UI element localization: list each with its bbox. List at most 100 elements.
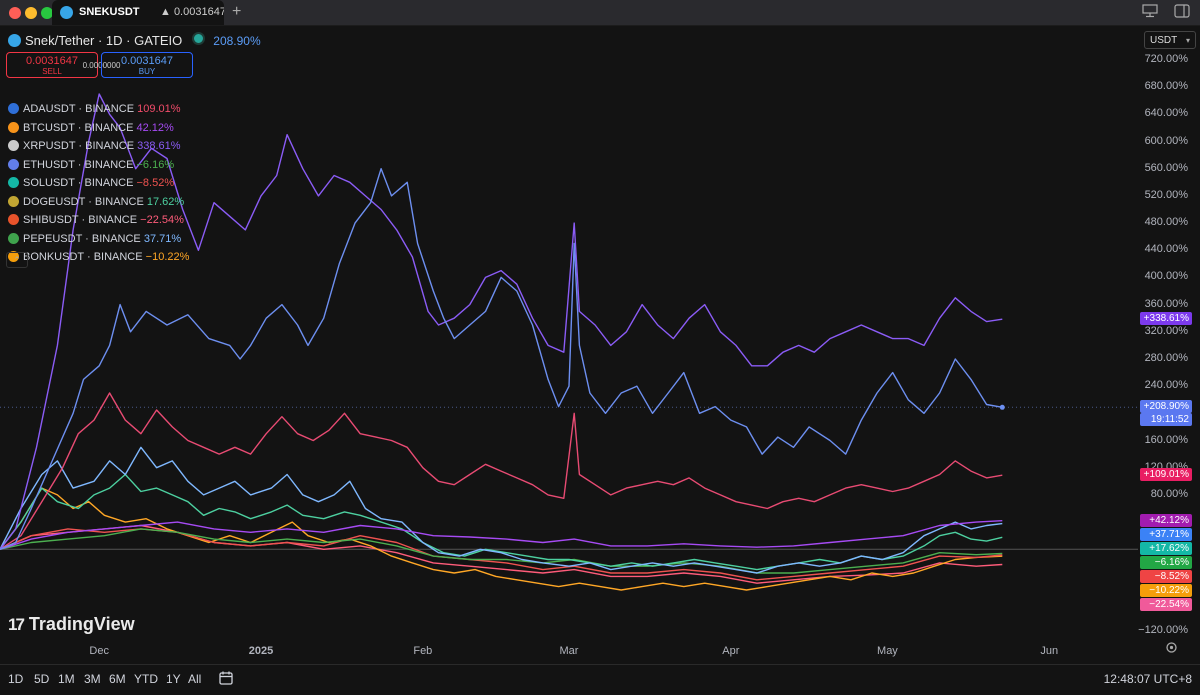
series-line-shibusdt: [0, 524, 1003, 584]
price-axis[interactable]: 720.00% 680.00% 640.00% 600.00% 560.00% 520.0…: [1138, 26, 1200, 641]
series-line-adausdt: [0, 392, 1003, 550]
date-range-calendar-icon[interactable]: [218, 670, 234, 689]
legend-value: −8.52%: [136, 177, 175, 189]
legend-symbol: ETHUSDT · BINANCE: [23, 158, 137, 171]
coin-icon: [8, 140, 19, 151]
legend-value: 109.01%: [137, 103, 181, 115]
legend-value: 37.71%: [143, 232, 182, 245]
legend-item[interactable]: PEPEUSDT · BINANCE 37.71%: [8, 231, 181, 247]
y-tick-label: 520.00%: [1144, 188, 1188, 201]
buy-label: BUY: [138, 67, 156, 76]
legend-symbol: XRPUSDT · BINANCE: [23, 140, 138, 152]
legend-symbol: PEPEUSDT · BINANCE: [23, 232, 144, 245]
tab-symbol: SNEKUSDT: [79, 6, 140, 18]
legend-value: −10.22%: [145, 251, 190, 263]
minimize-window-button[interactable]: [25, 7, 37, 19]
current-point-marker: [999, 404, 1005, 410]
x-tick-label: Mar: [559, 645, 579, 657]
value-badge-pepeusdt: +37.71%: [1140, 527, 1192, 541]
comparison-chart[interactable]: [0, 26, 1200, 641]
sidebar-toggle-icon[interactable]: [1174, 4, 1190, 21]
y-tick-label: 720.00%: [1144, 52, 1188, 65]
close-window-button[interactable]: [9, 7, 21, 19]
legend-value: 42.12%: [136, 121, 174, 134]
value-badge-adausdt: +109.01%: [1140, 468, 1192, 482]
legend-symbol: BONKUSDT · BINANCE: [23, 251, 146, 263]
x-tick-label: Feb: [413, 645, 433, 657]
series-line-pepeusdt: [0, 446, 1003, 574]
value-badge-ethusdt: −6.16%: [1140, 555, 1192, 569]
series-line-solusdt: [0, 528, 1003, 581]
timeframe-button-all[interactable]: All: [188, 672, 201, 686]
timeframe-button-6m[interactable]: 6M: [109, 672, 126, 686]
tab-price: ▲ 0.0031647: [160, 6, 224, 18]
coin-icon: [8, 158, 19, 170]
y-tick-label: −120.00%: [1138, 623, 1188, 636]
y-tick-label: 680.00%: [1144, 80, 1188, 93]
legend-symbol: DOGEUSDT · BINANCE: [23, 195, 147, 208]
legend-item[interactable]: BTCUSDT · BINANCE 42.12%: [8, 120, 174, 136]
series-line-ethusdt: [0, 528, 1003, 574]
y-tick-label: 440.00%: [1144, 243, 1188, 256]
y-tick-label: 640.00%: [1144, 107, 1188, 120]
clock[interactable]: 12:48:07 UTC+8: [1104, 672, 1192, 686]
timeframe-button-5d[interactable]: 5D: [34, 672, 49, 686]
tradingview-logo: 17 TradingView: [8, 614, 135, 635]
legend-item[interactable]: XRPUSDT · BINANCE 338.61%: [8, 138, 181, 154]
legend-item[interactable]: BONKUSDT · BINANCE −10.22%: [8, 249, 189, 265]
chart-title[interactable]: Snek/Tether · 1D · GATEIO: [25, 33, 182, 48]
value-badge-dogeusdt: +17.62%: [1140, 541, 1192, 555]
legend-item[interactable]: SHIBUSDT · BINANCE −22.54%: [8, 212, 184, 228]
legend-value: 338.61%: [137, 140, 181, 152]
legend-item[interactable]: ETHUSDT · BINANCE −6.16%: [8, 157, 174, 173]
x-tick-label: Apr: [722, 645, 740, 657]
y-tick-label: 240.00%: [1144, 379, 1188, 392]
legend-item[interactable]: ADAUSDT · BINANCE 109.01%: [8, 101, 181, 117]
collapse-legend-button[interactable]: ⌃: [6, 252, 28, 268]
legend-value: −22.54%: [140, 214, 184, 226]
value-badge-btcusdt: +42.12%: [1140, 513, 1192, 527]
bottom-toolbar: 1D 5D 1M 3M 6M YTD 1Y All 12:48:07 UTC+8: [0, 664, 1200, 695]
legend-value: 17.62%: [146, 195, 185, 208]
value-badge-bonkusdt: −10.22%: [1140, 583, 1192, 597]
coin-icon: [8, 232, 19, 244]
x-tick-label: Jun: [1040, 645, 1059, 657]
countdown-badge: 19:11:52: [1140, 413, 1192, 427]
x-tick-label: Dec: [89, 645, 109, 657]
snek-coin-icon: [8, 34, 21, 47]
value-badge-solusdt: −8.52%: [1140, 569, 1192, 583]
buy-price: 0.0031647: [121, 55, 173, 67]
legend-symbol: SOLUSDT · BINANCE: [23, 177, 137, 189]
legend-item[interactable]: SOLUSDT · BINANCE −8.52%: [8, 175, 174, 191]
timeframe-button-1y[interactable]: 1Y: [166, 672, 181, 686]
coin-icon: [8, 195, 19, 207]
y-tick-label: 280.00%: [1144, 351, 1188, 364]
snek-logo-icon: [60, 6, 73, 19]
y-tick-label: 600.00%: [1144, 134, 1188, 147]
x-tick-label: May: [877, 645, 898, 657]
timeframe-button-1m[interactable]: 1M: [58, 672, 75, 686]
buy-button[interactable]: 0.0031647 BUY: [101, 52, 193, 78]
legend-symbol: SHIBUSDT · BINANCE: [23, 214, 141, 226]
tradingview-mark-icon: 17: [8, 615, 25, 634]
tab-snekusdt[interactable]: SNEKUSDT ▲ 0.0031647 ×: [52, 0, 224, 25]
legend-item[interactable]: DOGEUSDT · BINANCE 17.62%: [8, 194, 184, 210]
y-tick-label: 400.00%: [1144, 270, 1188, 283]
timeframe-button-3m[interactable]: 3M: [84, 672, 101, 686]
coin-icon: [8, 177, 19, 188]
market-open-icon: [192, 32, 206, 45]
value-badge-xrpusdt: +338.61%: [1140, 312, 1192, 326]
coin-icon: [8, 103, 19, 114]
timeframe-button-1d[interactable]: 1D: [8, 672, 23, 686]
monitor-icon[interactable]: [1142, 4, 1158, 21]
coin-icon: [8, 214, 19, 225]
timeframe-button-ytd[interactable]: YTD: [134, 672, 158, 686]
series-line-dogeusdt: [0, 473, 1003, 571]
settings-gear-icon[interactable]: [1165, 641, 1178, 657]
legend-symbol: ADAUSDT · BINANCE: [23, 103, 138, 115]
y-tick-label: 360.00%: [1144, 297, 1188, 310]
legend-value: −6.16%: [136, 158, 175, 171]
value-badge-snekusdt: +208.90%: [1140, 400, 1192, 414]
tradingview-name: TradingView: [28, 614, 135, 634]
new-tab-button[interactable]: +: [232, 3, 241, 21]
